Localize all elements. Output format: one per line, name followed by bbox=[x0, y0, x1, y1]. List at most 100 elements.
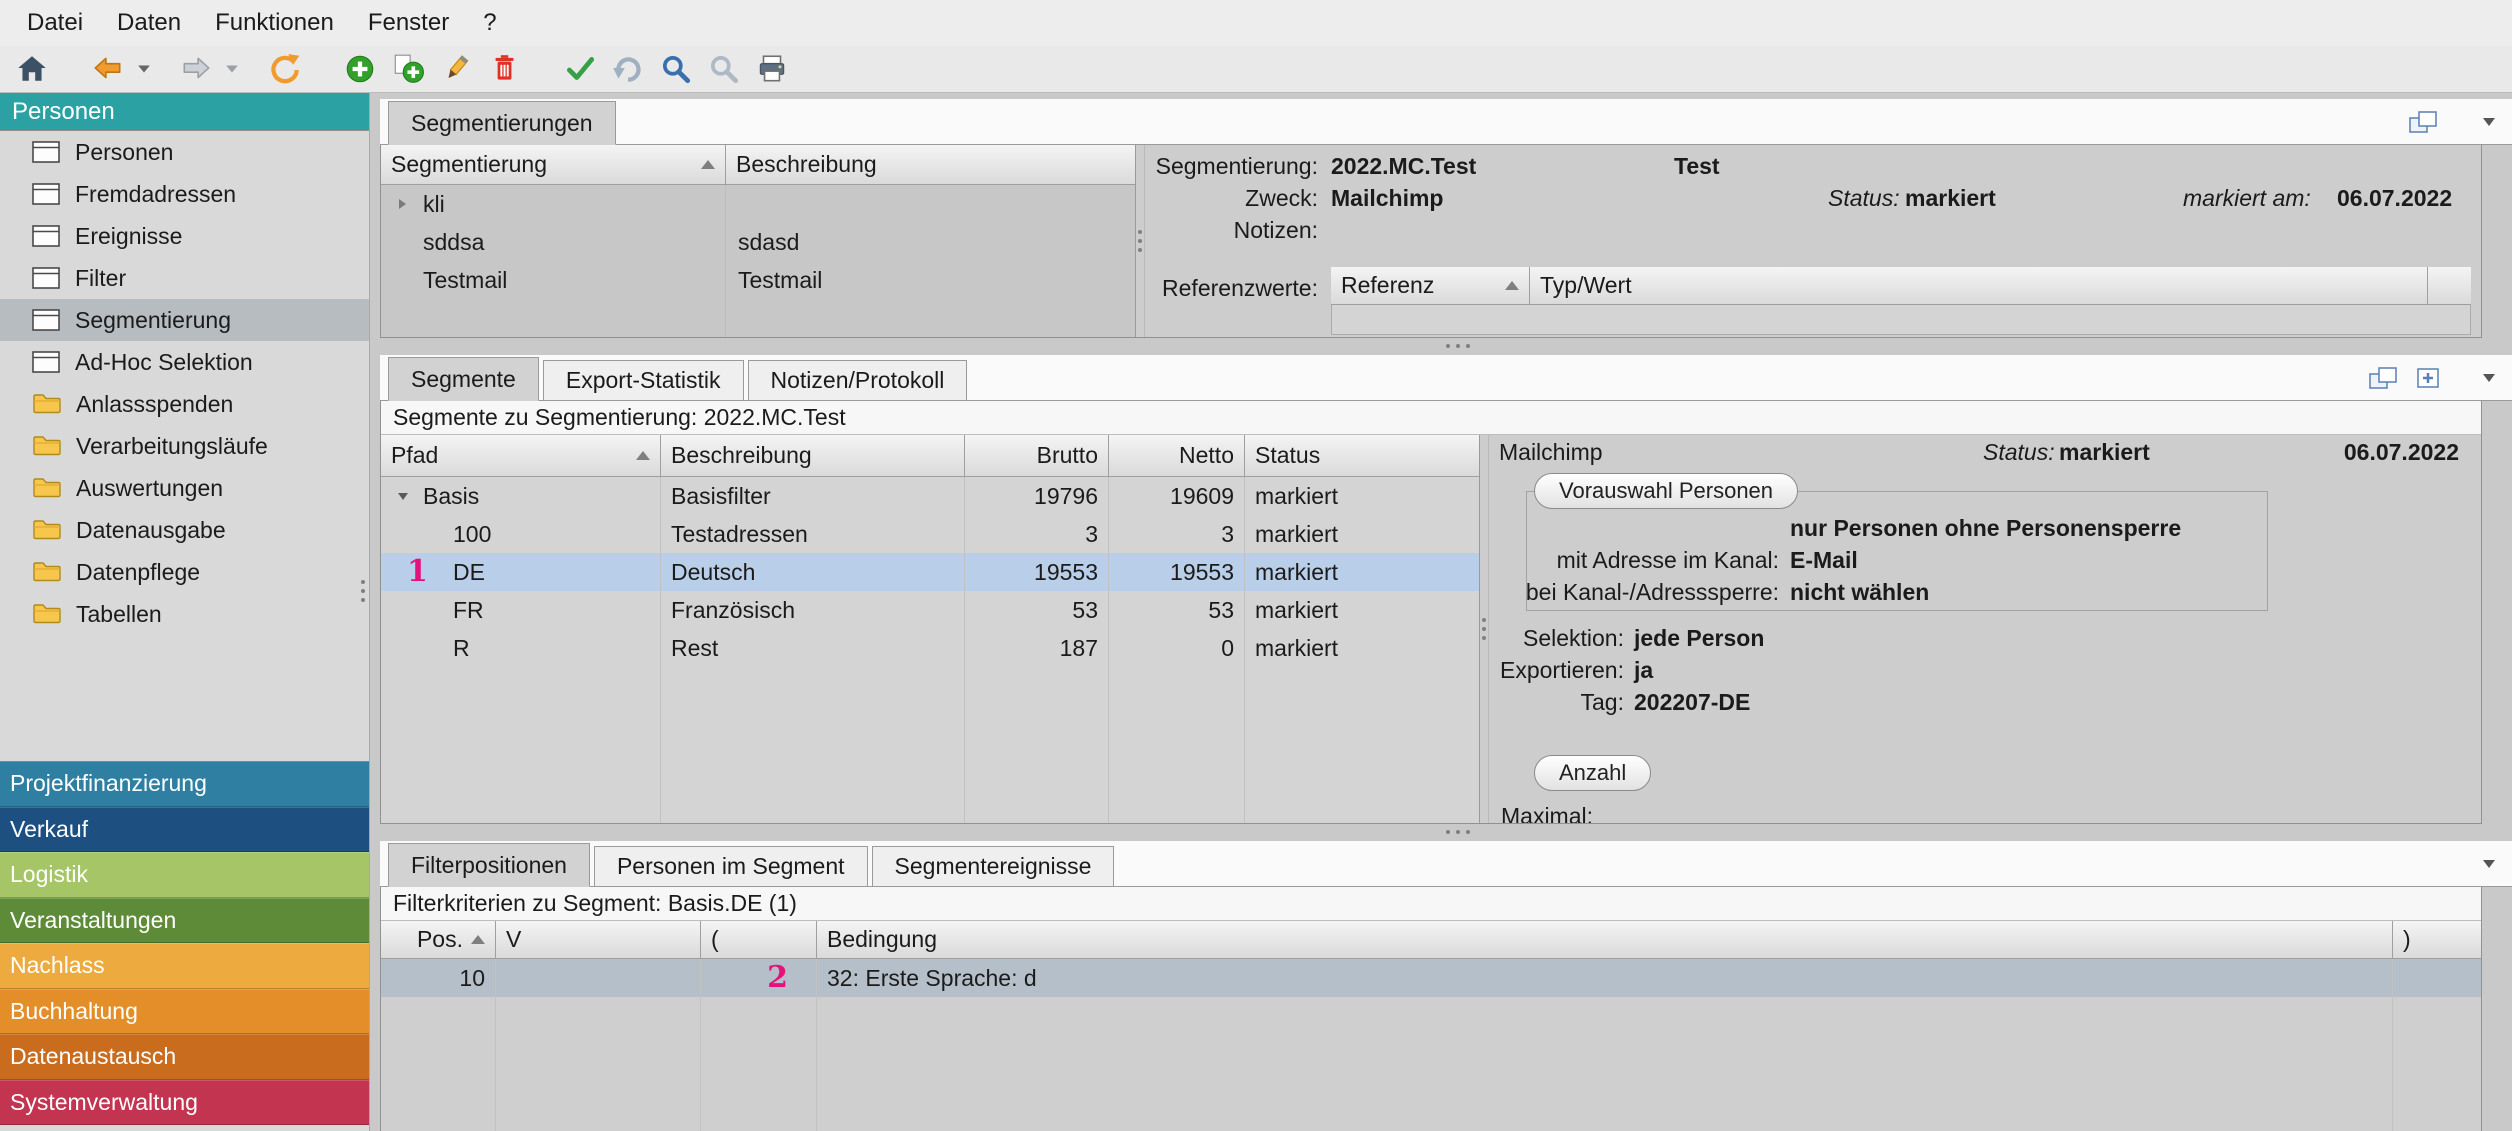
module-verkauf[interactable]: Verkauf bbox=[0, 807, 369, 853]
selektion-label: Selektion: bbox=[1489, 625, 1624, 652]
sidebar-item-personen[interactable]: Personen bbox=[0, 131, 369, 173]
segment-row[interactable]: R Rest 187 0 markiert bbox=[381, 629, 1479, 667]
forward-history-button[interactable] bbox=[220, 48, 244, 90]
module-datenaustausch[interactable]: Datenaustausch bbox=[0, 1034, 369, 1080]
menu-funktionen[interactable]: Funktionen bbox=[198, 9, 351, 37]
column-header-referenz[interactable]: Referenz bbox=[1331, 267, 1530, 305]
menu-fenster[interactable]: Fenster bbox=[351, 9, 466, 37]
tab-personen-im-segment[interactable]: Personen im Segment bbox=[594, 846, 868, 886]
sidebar-item-auswertungen[interactable]: Auswertungen bbox=[0, 467, 369, 509]
tab-label: Segmentierungen bbox=[411, 110, 593, 137]
segmentierung-row[interactable]: sddsa sdasd bbox=[381, 223, 1135, 261]
sidebar-item-filter[interactable]: Filter bbox=[0, 257, 369, 299]
panel-menu-button[interactable] bbox=[2466, 99, 2512, 144]
main-area: Segmentierungen Segmentierung bbox=[370, 93, 2512, 1131]
menu-daten[interactable]: Daten bbox=[100, 9, 198, 37]
tag-label: Tag: bbox=[1489, 689, 1624, 716]
column-header-beschreibung[interactable]: Beschreibung bbox=[661, 435, 965, 477]
undo-button[interactable] bbox=[604, 48, 652, 90]
segmentierung-details: Segmentierung: 2022.MC.Test Test Zweck: … bbox=[1145, 145, 2481, 337]
segment-row[interactable]: Basis Basisfilter 19796 19609 markiert bbox=[381, 477, 1479, 515]
folder-icon bbox=[32, 602, 62, 626]
add-pane-button[interactable] bbox=[2406, 355, 2452, 400]
panel-menu-button[interactable] bbox=[2466, 841, 2512, 886]
sidebar-item-segmentierung[interactable]: Segmentierung bbox=[0, 299, 369, 341]
segment-row[interactable]: 100 Testadressen 3 3 markiert bbox=[381, 515, 1479, 553]
column-header-pos[interactable]: Pos. bbox=[381, 921, 496, 959]
back-button[interactable] bbox=[84, 48, 132, 90]
tree-expanded-icon[interactable] bbox=[396, 489, 410, 503]
delete-button[interactable] bbox=[480, 48, 528, 90]
vorauswahl-personen-button[interactable]: Vorauswahl Personen bbox=[1534, 473, 1798, 509]
home-button[interactable] bbox=[8, 48, 56, 90]
tab-export-statistik[interactable]: Export-Statistik bbox=[543, 360, 744, 400]
segmentierungen-tabstrip: Segmentierungen bbox=[380, 99, 2512, 145]
kanal-value: E-Mail bbox=[1790, 547, 1858, 574]
module-label: Projektfinanzierung bbox=[10, 770, 207, 797]
horizontal-splitter[interactable] bbox=[380, 338, 2512, 355]
tab-segmentereignisse[interactable]: Segmentereignisse bbox=[872, 846, 1115, 886]
mailchimp-title: Mailchimp bbox=[1499, 439, 1603, 466]
print-button[interactable] bbox=[748, 48, 796, 90]
segment-row-selected[interactable]: 1 DE Deutsch 19553 19553 markiert bbox=[381, 553, 1479, 591]
forward-button[interactable] bbox=[172, 48, 220, 90]
sidebar-item-datenpflege[interactable]: Datenpflege bbox=[0, 551, 369, 593]
back-history-button[interactable] bbox=[132, 48, 156, 90]
restore-pane-button[interactable] bbox=[2360, 355, 2406, 400]
sidebar-item-tabellen[interactable]: Tabellen bbox=[0, 593, 369, 635]
sidebar-item-adhoc-selektion[interactable]: Ad-Hoc Selektion bbox=[0, 341, 369, 383]
tab-segmentierungen[interactable]: Segmentierungen bbox=[388, 101, 616, 145]
segmentierung-beschreibung: sdasd bbox=[738, 229, 799, 255]
sidebar-header[interactable]: Personen bbox=[0, 93, 369, 131]
annotation-marker-2: 2 bbox=[767, 963, 788, 993]
tab-notizen-protokoll[interactable]: Notizen/Protokoll bbox=[748, 360, 968, 400]
column-header-brutto[interactable]: Brutto bbox=[965, 435, 1109, 477]
column-header-status[interactable]: Status bbox=[1245, 435, 1479, 477]
column-header-close-paren[interactable]: ) bbox=[2393, 921, 2481, 959]
menu-datei[interactable]: Datei bbox=[10, 9, 100, 37]
edit-button[interactable] bbox=[432, 48, 480, 90]
module-veranstaltungen[interactable]: Veranstaltungen bbox=[0, 898, 369, 944]
tree-collapsed-icon[interactable] bbox=[395, 197, 409, 211]
sidebar-item-datenausgabe[interactable]: Datenausgabe bbox=[0, 509, 369, 551]
horizontal-splitter[interactable] bbox=[380, 824, 2512, 841]
filter-row-selected[interactable]: 10 2 32: Erste Sprache: d bbox=[381, 959, 2481, 997]
panel-menu-button[interactable] bbox=[2466, 355, 2512, 400]
sidebar-item-anlassspenden[interactable]: Anlassspenden bbox=[0, 383, 369, 425]
module-logistik[interactable]: Logistik bbox=[0, 852, 369, 898]
sidebar-item-fremdadressen[interactable]: Fremdadressen bbox=[0, 173, 369, 215]
refresh-button[interactable] bbox=[260, 48, 308, 90]
apply-button[interactable] bbox=[556, 48, 604, 90]
sidebar-item-ereignisse[interactable]: Ereignisse bbox=[0, 215, 369, 257]
new-from-template-button[interactable] bbox=[384, 48, 432, 90]
module-buchhaltung[interactable]: Buchhaltung bbox=[0, 989, 369, 1035]
vertical-splitter[interactable] bbox=[1136, 145, 1145, 337]
restore-pane-button[interactable] bbox=[2400, 99, 2446, 144]
module-label: Veranstaltungen bbox=[10, 907, 176, 934]
search-button[interactable] bbox=[652, 48, 700, 90]
sort-ascending-icon bbox=[1505, 281, 1519, 290]
column-header-beschreibung[interactable]: Beschreibung bbox=[726, 145, 1135, 185]
module-nachlass[interactable]: Nachlass bbox=[0, 943, 369, 989]
sidebar-splitter[interactable] bbox=[361, 580, 365, 602]
column-header-typ-wert[interactable]: Typ/Wert bbox=[1530, 267, 2428, 305]
sidebar-item-verarbeitungslaeufe[interactable]: Verarbeitungsläufe bbox=[0, 425, 369, 467]
module-systemverwaltung[interactable]: Systemverwaltung bbox=[0, 1080, 369, 1126]
new-button[interactable] bbox=[336, 48, 384, 90]
segmentierung-row[interactable]: Testmail Testmail bbox=[381, 261, 1135, 299]
column-header-v[interactable]: V bbox=[496, 921, 701, 959]
column-header-segmentierung[interactable]: Segmentierung bbox=[381, 145, 726, 185]
tab-filterpositionen[interactable]: Filterpositionen bbox=[388, 843, 590, 887]
column-header-open-paren[interactable]: ( bbox=[701, 921, 817, 959]
vertical-splitter[interactable] bbox=[1480, 435, 1489, 823]
segment-row[interactable]: FR Französisch 53 53 markiert bbox=[381, 591, 1479, 629]
menu-help[interactable]: ? bbox=[466, 9, 513, 37]
column-header-netto[interactable]: Netto bbox=[1109, 435, 1245, 477]
segmentierung-row[interactable]: kli bbox=[381, 185, 1135, 223]
column-header-pfad[interactable]: Pfad bbox=[381, 435, 661, 477]
tab-segmente[interactable]: Segmente bbox=[388, 357, 539, 401]
search-inactive-button[interactable] bbox=[700, 48, 748, 90]
module-projektfinanzierung[interactable]: Projektfinanzierung bbox=[0, 761, 369, 807]
anzahl-button[interactable]: Anzahl bbox=[1534, 755, 1651, 791]
column-header-bedingung[interactable]: Bedingung bbox=[817, 921, 2393, 959]
